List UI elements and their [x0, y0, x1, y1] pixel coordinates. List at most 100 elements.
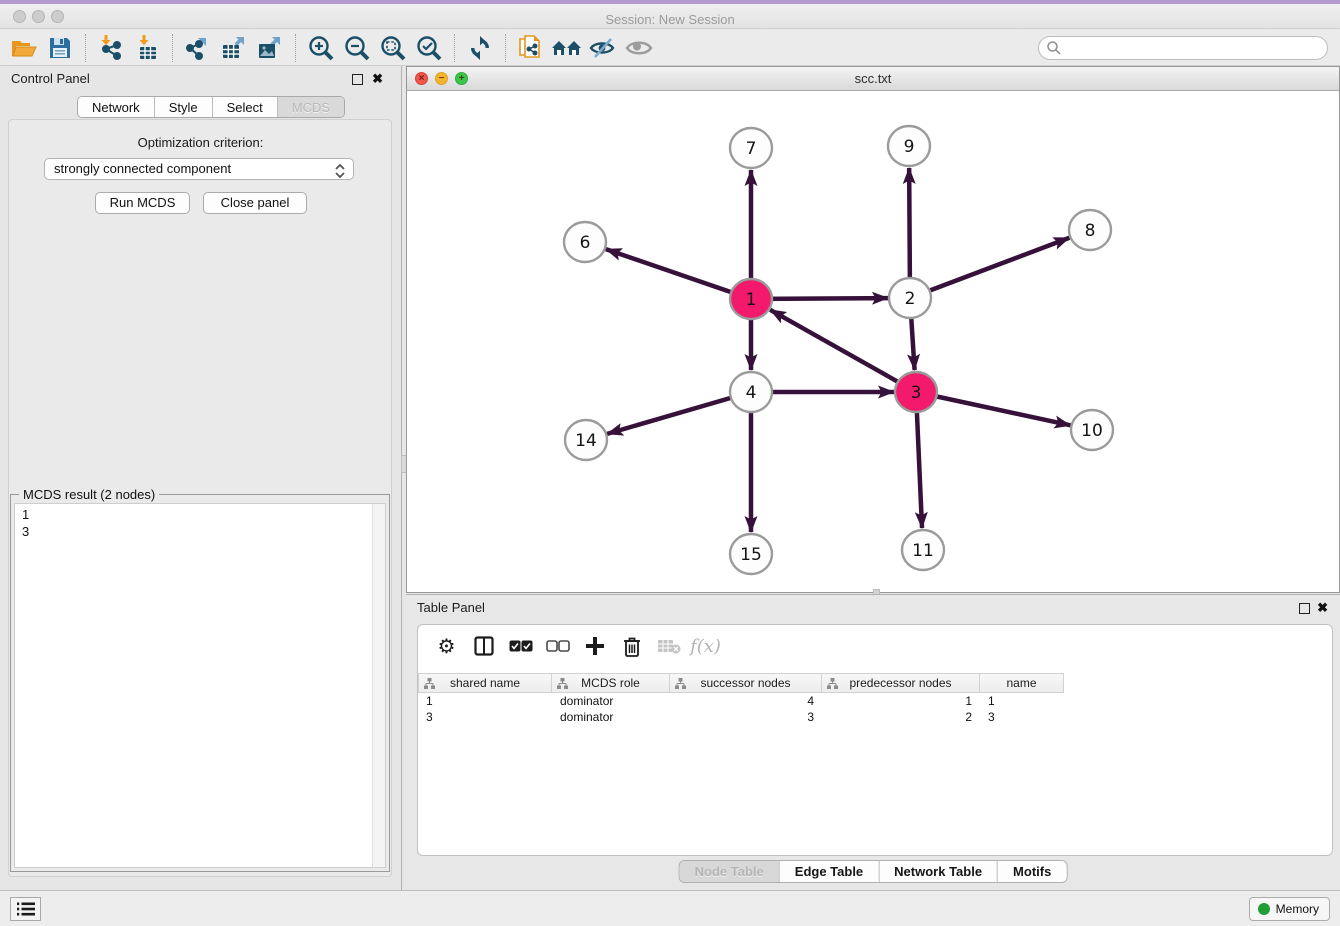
- float-panel-icon[interactable]: [352, 74, 363, 85]
- tab-node-table[interactable]: Node Table: [680, 861, 779, 882]
- network-window-titlebar[interactable]: × − + scc.txt: [407, 67, 1339, 91]
- hierarchy-icon: [557, 678, 568, 689]
- tab-edge-table[interactable]: Edge Table: [779, 861, 878, 882]
- import-network-button[interactable]: [93, 31, 129, 65]
- add-column-button[interactable]: [576, 631, 613, 661]
- column-layout-button[interactable]: [465, 631, 502, 661]
- graph-node-9[interactable]: 9: [888, 126, 930, 166]
- toolbar-separator: [172, 34, 173, 62]
- zoom-out-button[interactable]: [339, 31, 375, 65]
- zoom-fit-button[interactable]: [375, 31, 411, 65]
- tab-motifs[interactable]: Motifs: [997, 861, 1066, 882]
- export-table-button[interactable]: [216, 31, 252, 65]
- show-all-networks-button[interactable]: [549, 31, 585, 65]
- tab-network-table[interactable]: Network Table: [878, 861, 997, 882]
- zoom-in-button[interactable]: [303, 31, 339, 65]
- apply-layout-button[interactable]: [462, 31, 498, 65]
- mcds-result-line: 1: [22, 506, 385, 523]
- graph-node-11[interactable]: 11: [902, 530, 944, 570]
- select-all-button[interactable]: [502, 631, 539, 661]
- eye-slash-icon: [589, 37, 617, 59]
- open-session-button[interactable]: [6, 31, 42, 65]
- table-cell[interactable]: 1: [980, 693, 1064, 709]
- table-cell[interactable]: 1: [822, 693, 980, 709]
- column-header[interactable]: shared name: [418, 673, 552, 693]
- graph-node-3[interactable]: 3: [895, 372, 937, 412]
- task-history-button[interactable]: [10, 897, 41, 921]
- tab-select[interactable]: Select: [212, 97, 277, 117]
- graph-edge-1-6[interactable]: [606, 249, 751, 299]
- graph-edge-4-14[interactable]: [607, 392, 751, 434]
- column-header[interactable]: name: [980, 673, 1064, 693]
- table-cell[interactable]: 4: [670, 693, 822, 709]
- table-cell[interactable]: 2: [822, 709, 980, 725]
- zoom-selected-button[interactable]: [411, 31, 447, 65]
- graph-node-7[interactable]: 7: [730, 128, 772, 168]
- svg-text:7: 7: [746, 139, 757, 159]
- close-panel-icon[interactable]: ✖: [1317, 601, 1328, 615]
- close-panel-button[interactable]: Close panel: [203, 192, 307, 214]
- graph-node-6[interactable]: 6: [564, 222, 606, 262]
- graph-node-2[interactable]: 2: [889, 278, 931, 318]
- table-panel-tabs: Node Table Edge Table Network Table Moti…: [679, 860, 1068, 883]
- network-canvas[interactable]: 7 9 6 8 1 2 4 3 14 10 15 11: [407, 92, 1339, 592]
- tab-mcds[interactable]: MCDS: [277, 97, 344, 117]
- save-session-button[interactable]: [42, 31, 78, 65]
- deselect-all-button[interactable]: [539, 631, 576, 661]
- table-cell[interactable]: 3: [980, 709, 1064, 725]
- graph-node-8[interactable]: 8: [1069, 210, 1111, 250]
- column-header[interactable]: successor nodes: [670, 673, 822, 693]
- graph-edge-2-8[interactable]: [910, 238, 1069, 298]
- tab-style[interactable]: Style: [154, 97, 212, 117]
- zoom-fit-icon: [380, 35, 406, 61]
- svg-text:15: 15: [740, 545, 762, 565]
- save-floppy-icon: [49, 37, 71, 59]
- network-window: × − + scc.txt 7 9 6 8 1 2 4 3 14 10 15 11: [406, 66, 1340, 593]
- table-cell[interactable]: dominator: [552, 693, 670, 709]
- criterion-select[interactable]: strongly connected component: [44, 158, 354, 180]
- graph-edge-3-10[interactable]: [916, 392, 1070, 425]
- column-header[interactable]: predecessor nodes: [822, 673, 980, 693]
- list-icon: [17, 902, 35, 916]
- close-panel-icon[interactable]: ✖: [372, 72, 383, 86]
- main-toolbar: [0, 30, 1340, 66]
- table-cell[interactable]: dominator: [552, 709, 670, 725]
- tab-network[interactable]: Network: [78, 97, 154, 117]
- graph-edge-3-1[interactable]: [770, 310, 916, 392]
- export-image-button[interactable]: [252, 31, 288, 65]
- show-hidden-button[interactable]: [621, 31, 657, 65]
- graph-node-15[interactable]: 15: [730, 534, 772, 574]
- clone-network-button[interactable]: [513, 31, 549, 65]
- mcds-result-line: 3: [22, 523, 385, 540]
- zoom-in-icon: [308, 35, 334, 61]
- column-header[interactable]: MCDS role: [552, 673, 670, 693]
- plus-icon: [585, 636, 605, 656]
- import-table-button[interactable]: [129, 31, 165, 65]
- table-cell[interactable]: 1: [418, 693, 552, 709]
- clone-network-icon: [518, 34, 544, 62]
- scrollbar-track[interactable]: [372, 504, 385, 867]
- graph-node-10[interactable]: 10: [1071, 410, 1113, 450]
- float-panel-icon[interactable]: [1299, 603, 1310, 614]
- delete-column-button[interactable]: [613, 631, 650, 661]
- export-network-button[interactable]: [180, 31, 216, 65]
- control-panel: Control Panel ✖ Network Style Select MCD…: [0, 66, 402, 890]
- delete-table-button-disabled: [650, 631, 687, 661]
- refresh-icon: [467, 35, 493, 61]
- table-cell[interactable]: 3: [418, 709, 552, 725]
- graph-node-1[interactable]: 1: [730, 279, 772, 319]
- table-panel-header: Table Panel ✖: [406, 595, 1340, 621]
- search-input[interactable]: [1038, 36, 1328, 60]
- memory-button[interactable]: Memory: [1249, 897, 1330, 921]
- table-row[interactable]: 1dominator411: [418, 693, 1332, 709]
- table-row[interactable]: 3dominator323: [418, 709, 1332, 725]
- graph-node-14[interactable]: 14: [565, 420, 607, 460]
- network-graph[interactable]: 7 9 6 8 1 2 4 3 14 10 15 11: [407, 92, 1339, 593]
- node-table[interactable]: shared nameMCDS rolesuccessor nodesprede…: [418, 673, 1332, 725]
- mcds-result-list[interactable]: 13: [14, 503, 386, 868]
- table-cell[interactable]: 3: [670, 709, 822, 725]
- hide-selected-button[interactable]: [585, 31, 621, 65]
- table-settings-button[interactable]: ⚙: [428, 631, 465, 661]
- run-mcds-button[interactable]: Run MCDS: [95, 192, 190, 214]
- graph-node-4[interactable]: 4: [730, 372, 772, 412]
